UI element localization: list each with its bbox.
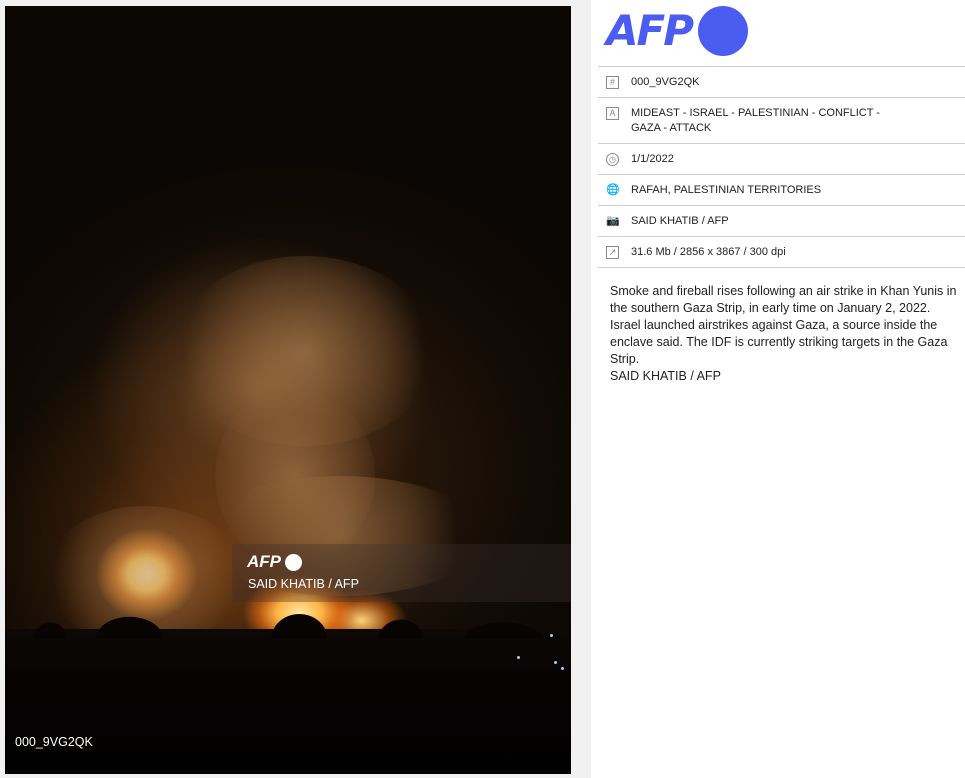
meta-title: MIDEAST - ISRAEL - PALESTINIAN - CONFLIC…	[631, 107, 880, 134]
afp-logo-text: AFP	[606, 6, 694, 55]
metadata-list: # 000_9VG2QK A MIDEAST - ISRAEL - PALEST…	[598, 66, 965, 268]
meta-row-credit: 📷 SAID KHATIB / AFP	[598, 205, 965, 236]
distant-light	[554, 661, 557, 664]
afp-logo-dot-icon	[697, 6, 748, 56]
resize-icon: ↗	[606, 246, 619, 259]
meta-row-date: ◷ 1/1/2022	[598, 143, 965, 174]
distant-light	[517, 656, 520, 659]
meta-size: 31.6 Mb / 2856 x 3867 / 300 dpi	[631, 246, 786, 258]
photo-pane: AFP SAID KHATIB / AFP 000_9VG2QK	[0, 0, 591, 778]
watermark-logo-text: AFP	[247, 552, 281, 571]
watermark-overlay: AFP SAID KHATIB / AFP	[232, 544, 571, 602]
distant-light	[561, 667, 564, 670]
meta-location: RAFAH, PALESTINIAN TERRITORIES	[631, 184, 822, 196]
info-pane: AFP # 000_9VG2QK A MIDEAST - ISRAEL - PA…	[591, 0, 965, 778]
camera-icon: 📷	[606, 215, 620, 227]
distant-light	[550, 634, 553, 637]
caption-text: Smoke and fireball rises following an ai…	[610, 284, 957, 366]
globe-icon: 🌐	[606, 184, 620, 196]
meta-row-title: A MIDEAST - ISRAEL - PALESTINIAN - CONFL…	[598, 97, 965, 143]
logo-dot-icon	[285, 553, 302, 571]
meta-id[interactable]: 000_9VG2QK	[631, 76, 700, 88]
photo-caption: Smoke and fireball rises following an ai…	[610, 283, 960, 385]
ground-silhouette	[5, 611, 571, 774]
meta-credit: SAID KHATIB / AFP	[631, 215, 729, 227]
afp-logo[interactable]: AFP	[606, 5, 748, 57]
meta-row-id: # 000_9VG2QK	[598, 66, 965, 97]
hash-icon: #	[606, 76, 619, 89]
meta-row-size: ↗ 31.6 Mb / 2856 x 3867 / 300 dpi	[598, 236, 965, 268]
watermark-logo: AFP	[247, 552, 302, 572]
meta-date: 1/1/2022	[631, 153, 674, 165]
photo-id-overlay: 000_9VG2QK	[15, 735, 93, 749]
title-icon: A	[606, 107, 619, 120]
caption-credit: SAID KHATIB / AFP	[610, 369, 721, 383]
watermark-credit: SAID KHATIB / AFP	[248, 577, 359, 591]
news-photo[interactable]: AFP SAID KHATIB / AFP	[5, 6, 571, 774]
meta-row-location: 🌐 RAFAH, PALESTINIAN TERRITORIES	[598, 174, 965, 205]
clock-icon: ◷	[606, 153, 619, 166]
